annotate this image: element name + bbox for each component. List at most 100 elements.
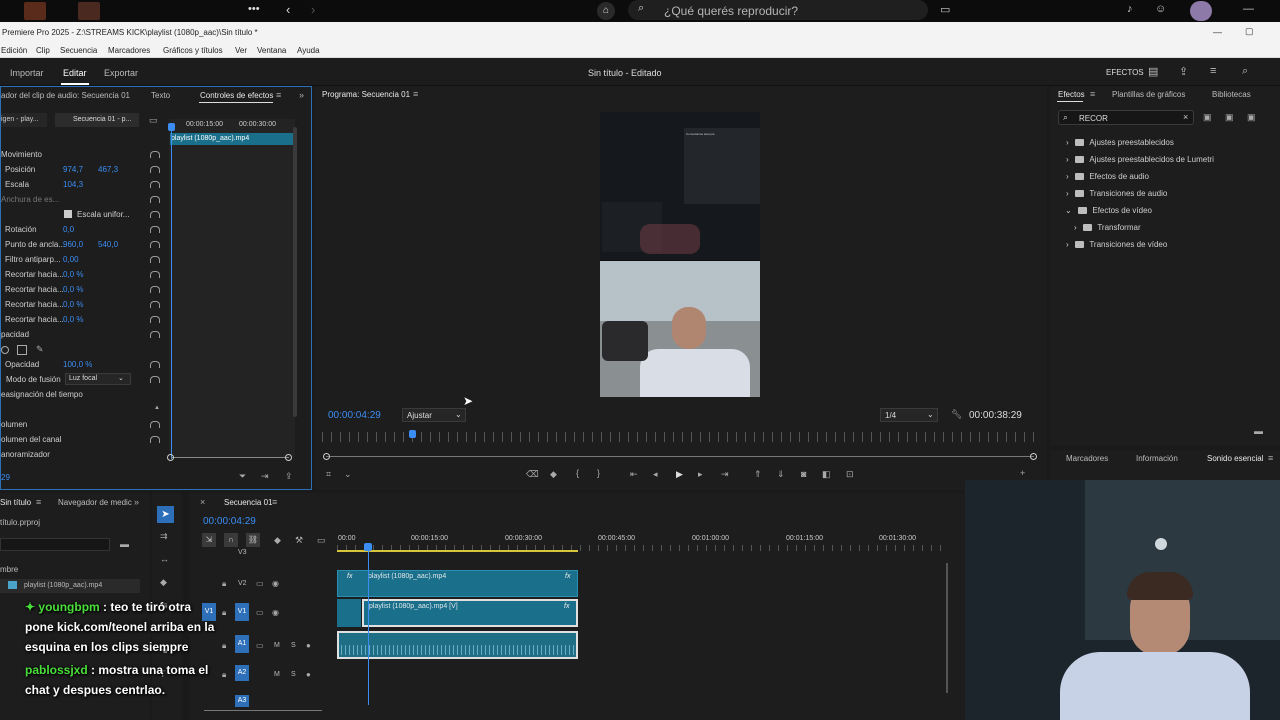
eye-icon[interactable]: ◉ (272, 608, 279, 618)
tree-item[interactable]: › Ajustes preestablecidos de Lumetri (1066, 155, 1214, 164)
tab-media-browser[interactable]: Navegador de medic (58, 498, 132, 507)
track-label-a3[interactable]: A3 (235, 695, 249, 707)
camera-icon[interactable]: ◙ (801, 469, 806, 479)
lock-icon[interactable]: 🔒︎ (222, 579, 226, 589)
timeline-playhead[interactable] (368, 545, 369, 705)
property-value[interactable]: 0,0 (63, 225, 74, 234)
zoom-icon[interactable]: ⌕ (1242, 65, 1248, 78)
reset-icon[interactable] (150, 241, 160, 248)
filter-icon[interactable]: ⏷ (239, 471, 246, 481)
reset-icon[interactable] (150, 436, 160, 443)
sync-icon[interactable]: ▭ (256, 641, 264, 651)
reset-icon[interactable] (150, 151, 160, 158)
tree-item[interactable]: › Ajustes preestablecidos (1066, 138, 1174, 147)
source-dropdown[interactable]: igen - play... (1, 113, 47, 127)
avatar[interactable] (1190, 1, 1212, 21)
lift-clip-icon[interactable]: ⇑ (754, 469, 762, 479)
browse-icon[interactable]: ▭ (940, 3, 950, 16)
program-zoom-bar[interactable] (326, 456, 1034, 457)
tab-texto[interactable]: Texto (151, 91, 170, 100)
program-title[interactable]: Programa: Secuencia 01 (322, 90, 410, 99)
reset-icon[interactable] (150, 166, 160, 173)
ec-zoom-handle-right[interactable] (285, 454, 292, 461)
forward-icon[interactable]: › (311, 2, 315, 17)
property-value[interactable]: 0,00 (63, 255, 79, 264)
magnet-icon[interactable]: ∩ (224, 533, 238, 547)
menu-item-ver[interactable]: Ver (235, 46, 247, 55)
reset-icon[interactable] (150, 316, 160, 323)
tab-exportar[interactable]: Exportar (104, 68, 138, 78)
bell-icon[interactable]: ♪ (1127, 3, 1133, 15)
close-icon[interactable]: × (200, 497, 205, 507)
compare-icon[interactable]: ◧ (822, 469, 831, 479)
panel-menu-icon[interactable]: ≡ (1090, 89, 1095, 99)
blend-mode-dropdown[interactable]: Luz focal ⌄ (65, 373, 131, 385)
search-bar[interactable]: ⌕ ¿Qué querés reproducir? (628, 0, 928, 20)
property-value[interactable]: 0,0 % (63, 300, 83, 309)
ec-zoom-slider[interactable] (171, 457, 289, 458)
solo-button[interactable]: S (291, 671, 296, 678)
tree-item[interactable]: › Efectos de audio (1066, 172, 1149, 181)
minimize-icon[interactable]: — (1213, 27, 1222, 37)
go-to-out-icon[interactable]: ⇥ (721, 469, 729, 479)
timeline-playhead-handle[interactable] (364, 543, 372, 551)
extract-icon[interactable]: ⇓ (777, 469, 785, 479)
reset-icon[interactable] (150, 196, 160, 203)
menu-item-secuencia[interactable]: Secuencia (60, 46, 97, 55)
new-bin-icon[interactable]: ▬ (1254, 426, 1263, 436)
reset-icon[interactable] (150, 271, 160, 278)
reset-icon[interactable] (150, 331, 160, 338)
tab-importar[interactable]: Importar (10, 68, 44, 78)
lock-icon[interactable]: 🔒︎ (222, 670, 226, 680)
mute-button[interactable]: M (274, 642, 280, 649)
expand-icon[interactable]: » (299, 90, 304, 100)
program-ruler[interactable] (322, 432, 1034, 442)
menu-item-clip[interactable]: Clip (36, 46, 50, 55)
tab-editar[interactable]: Editar (63, 68, 87, 78)
reset-icon[interactable] (150, 181, 160, 188)
tab-informacion[interactable]: Información (1136, 454, 1178, 463)
snap-icon[interactable]: ⇲ (202, 533, 216, 547)
tree-item[interactable]: › Transiciones de vídeo (1066, 240, 1167, 249)
property-value[interactable]: 960,0 (63, 240, 83, 249)
safe-margins-icon[interactable]: ⌗ (326, 469, 331, 479)
mark-out-icon[interactable]: } (597, 468, 600, 478)
clip-v2[interactable]: fx playlist (1080p_aac).mp4 fx (337, 570, 578, 597)
panel-menu-icon[interactable]: ≡ (1268, 453, 1273, 463)
track-select-icon[interactable]: ⇉ (160, 531, 168, 541)
work-area-bar[interactable] (337, 550, 578, 552)
video-frame[interactable]: Comentarios siempre (600, 112, 760, 397)
tab-audio-mixer[interactable]: ador del clip de audio: Secuencia 01 (1, 91, 130, 100)
sequence-dropdown[interactable]: Secuencia 01 - p... (55, 113, 139, 127)
timeline-timecode[interactable]: 00:00:04:29 (203, 516, 256, 527)
solo-button[interactable]: S (291, 642, 296, 649)
property-value[interactable]: 0,0 % (63, 315, 83, 324)
toggle-icon[interactable]: ▭ (149, 115, 158, 125)
program-playhead[interactable] (409, 430, 416, 438)
source-patch-v1[interactable]: V1 (202, 603, 216, 621)
zoom-handle-right[interactable] (1030, 453, 1037, 460)
sync-icon[interactable]: ▭ (256, 608, 264, 618)
tab-marcadores[interactable]: Marcadores (1066, 454, 1108, 463)
reset-icon[interactable] (150, 421, 160, 428)
timeline-h-scrollbar[interactable] (204, 710, 322, 711)
menu-item-marcadores[interactable]: Marcadores (108, 46, 150, 55)
tree-item[interactable]: › Transformar (1074, 223, 1141, 232)
export-icon[interactable]: ⇥ (261, 471, 269, 481)
chevron-down-icon[interactable]: ⌄ (344, 469, 352, 479)
play-icon[interactable]: ▶ (676, 469, 683, 479)
panel-menu-icon[interactable]: ≡ (276, 90, 281, 100)
step-back-icon[interactable]: ◂ (653, 469, 658, 479)
property-value[interactable]: 974,7 (63, 165, 83, 174)
tree-item[interactable]: › Transiciones de audio (1066, 189, 1167, 198)
eye-icon[interactable]: ◉ (272, 579, 279, 589)
menu-item-graficos[interactable]: Gráficos y títulos (163, 46, 223, 55)
project-search[interactable] (0, 538, 110, 551)
panel-menu-icon[interactable]: ≡ (36, 497, 41, 507)
more-icon[interactable]: ••• (248, 3, 260, 15)
ec-zoom-handle-left[interactable] (167, 454, 174, 461)
timeline-v-scrollbar[interactable] (946, 563, 948, 693)
track-label-a2[interactable]: A2 (235, 665, 249, 681)
selection-tool-icon[interactable]: ➤ (157, 506, 174, 523)
property-value[interactable]: 100,0 % (63, 360, 92, 369)
